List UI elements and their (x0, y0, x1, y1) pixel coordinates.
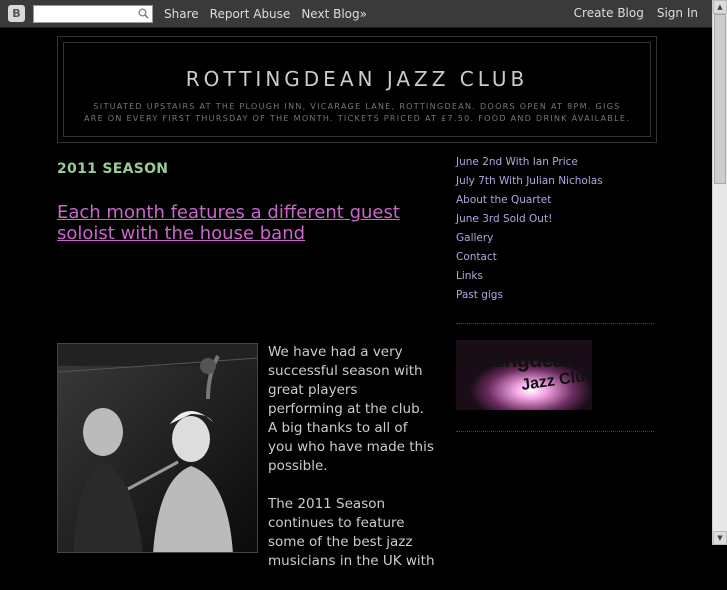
search-icon[interactable] (134, 6, 152, 22)
post-body: We have had a very successful season wit… (268, 343, 436, 590)
sidebar-item-gallery[interactable]: Gallery (456, 229, 656, 248)
sidebar-item-contact[interactable]: Contact (456, 248, 656, 267)
band-photo[interactable] (57, 343, 258, 553)
sidebar-item-about[interactable]: About the Quartet (456, 191, 656, 210)
share-link[interactable]: Share (164, 7, 199, 21)
sidebar-divider (456, 323, 654, 324)
sidebar-item-past-gigs[interactable]: Past gigs (456, 286, 656, 305)
date-header: 2011 SEASON (57, 161, 169, 177)
vertical-scrollbar[interactable]: ▲ ▼ (712, 0, 727, 545)
logo-text-rottingdean: Rottingdean (459, 347, 577, 372)
create-blog-link[interactable]: Create Blog (574, 6, 644, 20)
sign-in-link[interactable]: Sign In (657, 6, 698, 20)
blog-title[interactable]: ROTTINGDEAN JAZZ CLUB (64, 67, 650, 91)
scroll-down-icon[interactable]: ▼ (713, 531, 727, 545)
sidebar-page-list: June 2nd With Ian Price July 7th With Ju… (456, 153, 656, 305)
sidebar: June 2nd With Ian Price July 7th With Ju… (456, 153, 656, 305)
sidebar-item-links[interactable]: Links (456, 267, 656, 286)
sidebar-item-july-7th[interactable]: July 7th With Julian Nicholas (456, 172, 656, 191)
next-blog-link[interactable]: Next Blog» (301, 7, 367, 21)
scroll-up-icon[interactable]: ▲ (713, 0, 727, 14)
club-logo-image[interactable]: Rottingdean Jazz Club (456, 340, 592, 410)
sidebar-divider (456, 431, 654, 432)
search-input[interactable] (33, 4, 153, 23)
post-paragraph: We have had a very successful season wit… (268, 344, 434, 474)
blog-description: Situated upstairs at The Plough Inn, Vic… (83, 102, 631, 123)
sidebar-item-june-3rd[interactable]: June 3rd Sold Out! (456, 210, 656, 229)
post-title-link[interactable]: Each month features a different guest so… (57, 202, 427, 244)
blogger-logo-icon[interactable]: B (8, 5, 25, 22)
blog-header: ROTTINGDEAN JAZZ CLUB Situated upstairs … (57, 36, 657, 143)
post-paragraph: The 2011 Season continues to feature som… (268, 496, 435, 569)
scrollbar-thumb[interactable] (714, 14, 726, 184)
blog-header-inner: ROTTINGDEAN JAZZ CLUB Situated upstairs … (63, 42, 651, 137)
blogger-navbar: B Share Report Abuse Next Blog» Create B… (0, 0, 713, 28)
sidebar-item-june-2nd[interactable]: June 2nd With Ian Price (456, 153, 656, 172)
report-abuse-link[interactable]: Report Abuse (210, 7, 291, 21)
